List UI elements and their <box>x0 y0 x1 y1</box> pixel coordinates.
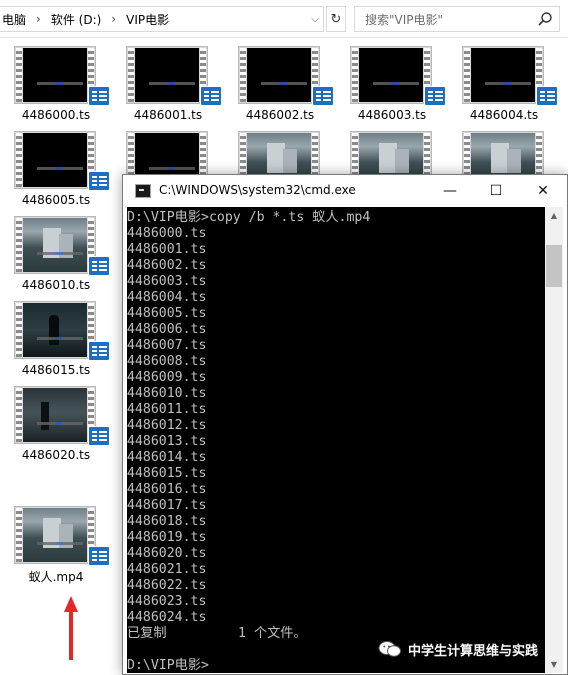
scroll-down-icon[interactable]: ▼ <box>545 656 563 673</box>
video-file-icon <box>88 426 110 446</box>
search-icon[interactable] <box>537 11 553 27</box>
console-line: 4486023.ts <box>127 594 207 609</box>
red-arrow-icon <box>64 596 78 660</box>
file-name: 4486003.ts <box>357 108 427 122</box>
video-thumbnail <box>350 46 432 104</box>
file-name: 4486020.ts <box>21 448 91 462</box>
video-thumbnail <box>14 216 96 274</box>
breadcrumb-separator-icon: › <box>36 12 41 26</box>
console-line: 4486018.ts <box>127 514 207 529</box>
console-line: 4486002.ts <box>127 258 207 273</box>
breadcrumb-item-folder[interactable]: VIP电影 <box>126 11 169 28</box>
console-line: 4486000.ts <box>127 226 207 241</box>
console-line: 4486022.ts <box>127 578 207 593</box>
file-name: 4486000.ts <box>21 108 91 122</box>
console-lines: D:\VIP电影>copy /b *.ts 蚁人.mp4 4486000.ts 44… <box>127 210 370 673</box>
video-thumbnail <box>14 46 96 104</box>
breadcrumb-item-drive[interactable]: 软件 (D:) <box>51 11 101 28</box>
watermark-text: 中学生计算思维与实践 <box>408 643 539 659</box>
chevron-down-icon[interactable]: ⌵ <box>305 6 325 32</box>
file-name: 4486005.ts <box>21 193 91 207</box>
video-file-icon <box>88 546 110 566</box>
video-file-icon <box>88 171 110 191</box>
minimize-button[interactable]: — <box>427 175 473 207</box>
console-line: D:\VIP电影>copy /b *.ts 蚁人.mp4 <box>127 210 371 225</box>
video-file-icon <box>424 86 446 106</box>
console-line: 4486003.ts <box>127 274 207 289</box>
console-line: 4486016.ts <box>127 482 207 497</box>
console-line: 4486012.ts <box>127 418 207 433</box>
video-file-icon <box>536 86 558 106</box>
console-line: 4486001.ts <box>127 242 207 257</box>
console-line: 4486009.ts <box>127 370 207 385</box>
console-line: 4486020.ts <box>127 546 207 561</box>
video-thumbnail <box>14 386 96 444</box>
video-thumbnail <box>126 46 208 104</box>
video-file-icon <box>200 86 222 106</box>
console-line: 4486014.ts <box>127 450 207 465</box>
console-icon <box>135 184 151 198</box>
scroll-up-icon[interactable]: ▲ <box>545 207 563 224</box>
console-line: 4486021.ts <box>127 562 207 577</box>
file-name: 4486010.ts <box>21 278 91 292</box>
search-placeholder: 搜索"VIP电影" <box>365 12 444 27</box>
video-file-icon <box>88 256 110 276</box>
console-line: 4486019.ts <box>127 530 207 545</box>
console-line: 4486024.ts <box>127 610 207 625</box>
file-name: 4486004.ts <box>469 108 539 122</box>
breadcrumb-item-pc[interactable]: 电脑 <box>2 11 26 28</box>
file-name: 4486001.ts <box>133 108 203 122</box>
scroll-thumb[interactable] <box>546 245 562 287</box>
video-thumbnail <box>462 46 544 104</box>
console-line: 4486015.ts <box>127 466 207 481</box>
video-file-icon <box>312 86 334 106</box>
video-thumbnail <box>238 46 320 104</box>
video-file-icon <box>88 341 110 361</box>
console-line: D:\VIP电影> <box>127 658 209 673</box>
window-title: C:\WINDOWS\system32\cmd.exe <box>159 183 356 197</box>
watermark: 中学生计算思维与实践 <box>378 638 538 660</box>
console-line: 4486006.ts <box>127 322 207 337</box>
console-line: 4486013.ts <box>127 434 207 449</box>
file-name: 4486002.ts <box>245 108 315 122</box>
console-line: 4486010.ts <box>127 386 207 401</box>
wechat-logo-icon <box>378 641 401 657</box>
console-line: 4486011.ts <box>127 402 207 417</box>
video-thumbnail <box>14 301 96 359</box>
close-button[interactable]: ✕ <box>519 175 567 207</box>
screenshot: 电脑 › 软件 (D:) › VIP电影 ⌵ ↻ 搜索"VIP电影" 44860… <box>0 0 568 675</box>
cmd-window[interactable]: C:\WINDOWS\system32\cmd.exe — ☐ ✕ D:\VIP… <box>122 174 568 675</box>
search-input[interactable]: 搜索"VIP电影" <box>354 6 560 32</box>
breadcrumb-separator-icon: › <box>111 12 117 26</box>
console-output[interactable]: D:\VIP电影>copy /b *.ts 蚁人.mp4 4486000.ts 44… <box>127 207 545 673</box>
address-bar: 电脑 › 软件 (D:) › VIP电影 ⌵ ↻ 搜索"VIP电影" <box>0 0 568 38</box>
title-bar[interactable]: C:\WINDOWS\system32\cmd.exe — ☐ ✕ <box>123 175 567 207</box>
file-name: 蚁人.mp4 <box>28 570 84 584</box>
console-line: 4486004.ts <box>127 290 207 305</box>
video-thumbnail <box>14 506 96 564</box>
breadcrumb[interactable]: 电脑 › 软件 (D:) › VIP电影 <box>0 6 324 32</box>
console-line: 4486017.ts <box>127 498 207 513</box>
video-file-icon <box>88 86 110 106</box>
video-thumbnail <box>14 131 96 189</box>
maximize-button[interactable]: ☐ <box>473 175 519 207</box>
console-line: 已复制 1 个文件。 <box>127 626 307 641</box>
console-line: 4486007.ts <box>127 338 207 353</box>
file-name: 4486015.ts <box>21 363 91 377</box>
console-line: 4486008.ts <box>127 354 207 369</box>
refresh-icon[interactable]: ↻ <box>326 6 346 32</box>
scrollbar[interactable]: ▲ ▼ <box>545 207 563 673</box>
console-line: 4486005.ts <box>127 306 207 321</box>
